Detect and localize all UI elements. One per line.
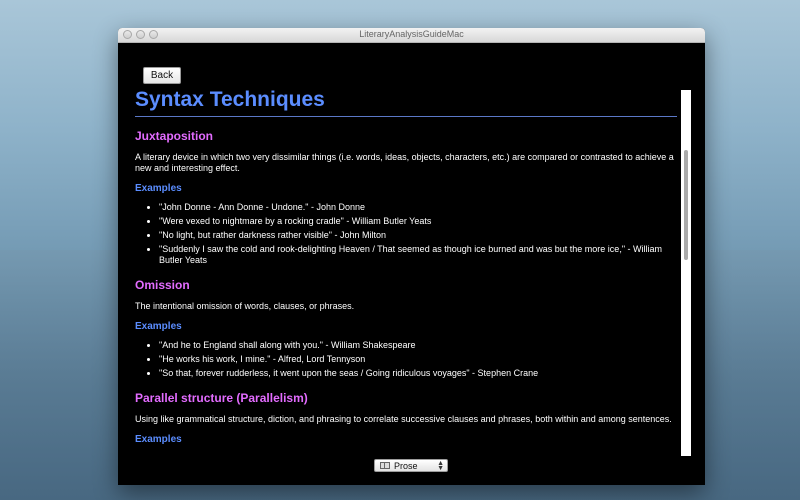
section-definition: The intentional omission of words, claus… — [135, 301, 355, 311]
section-heading: Omission — [135, 278, 190, 292]
window-title: LiteraryAnalysisGuideMac — [359, 29, 464, 39]
list-item: "John Donne - Ann Donne - Undone." - Joh… — [159, 202, 677, 213]
list-item: "No light, but rather darkness rather vi… — [159, 230, 677, 241]
genre-select[interactable]: Prose ▲ ▼ — [374, 459, 448, 472]
chevron-updown-icon: ▲ ▼ — [437, 459, 444, 472]
section-heading: Parallel structure (Parallelism) — [135, 391, 308, 405]
examples-heading: Examples — [135, 183, 182, 194]
list-item: "He works his work, I mine." - Alfred, L… — [159, 354, 677, 365]
list-item: "Were vexed to nightmare by a rocking cr… — [159, 216, 677, 227]
page-title: Syntax Techniques — [135, 88, 677, 117]
list-item: "Suddenly I saw the cold and rook-deligh… — [159, 244, 677, 266]
list-item: "And he to England shall along with you.… — [159, 340, 677, 351]
genre-select-value: Prose — [394, 460, 418, 471]
app-window: LiteraryAnalysisGuideMac Back Syntax Tec… — [118, 28, 705, 485]
section-definition: Using like grammatical structure, dictio… — [135, 414, 672, 424]
examples-list: "John Donne - Ann Donne - Undone." - Joh… — [135, 202, 677, 266]
section-omission: Omission The intentional omission of wor… — [135, 278, 677, 379]
examples-list: "And he to England shall along with you.… — [135, 340, 677, 379]
title-bar[interactable]: LiteraryAnalysisGuideMac — [118, 28, 705, 43]
book-icon — [380, 462, 390, 469]
list-item: "So that, forever rudderless, it went up… — [159, 368, 677, 379]
section-definition: A literary device in which two very diss… — [135, 152, 674, 173]
scrollbar-thumb[interactable] — [684, 150, 688, 260]
section-parallel-structure: Parallel structure (Parallelism) Using l… — [135, 391, 677, 445]
section-heading: Juxtaposition — [135, 129, 214, 143]
back-button[interactable]: Back — [143, 67, 181, 84]
examples-heading: Examples — [135, 321, 182, 332]
article-content: Syntax Techniques Juxtaposition A litera… — [135, 88, 677, 448]
vertical-scrollbar[interactable] — [681, 90, 691, 456]
examples-heading: Examples — [135, 434, 182, 445]
section-juxtaposition: Juxtaposition A literary device in which… — [135, 129, 677, 266]
